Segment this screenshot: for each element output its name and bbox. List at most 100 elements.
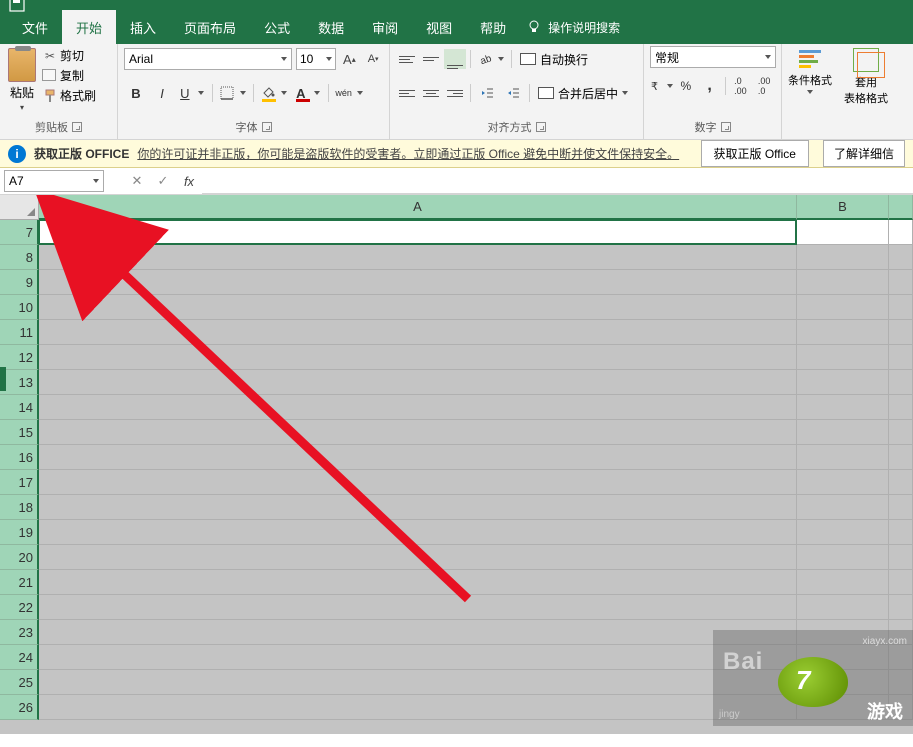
cell-b18[interactable]	[797, 495, 889, 519]
tab-data[interactable]: 数据	[304, 10, 358, 44]
cell-a21[interactable]	[39, 570, 797, 594]
cell-b11[interactable]	[797, 320, 889, 344]
cell-b8[interactable]	[797, 245, 889, 269]
tab-review[interactable]: 审阅	[358, 10, 412, 44]
cell-a14[interactable]	[39, 395, 797, 419]
row-header-16[interactable]: 16	[0, 445, 39, 470]
cell-a13[interactable]	[39, 370, 797, 394]
cell-a25[interactable]	[39, 670, 797, 694]
cell-a26[interactable]	[39, 695, 797, 719]
select-all-corner[interactable]	[0, 195, 39, 220]
cell-c8[interactable]	[889, 245, 913, 269]
cell-c16[interactable]	[889, 445, 913, 469]
row-header-9[interactable]: 9	[0, 270, 39, 295]
italic-button[interactable]: I	[150, 82, 174, 104]
fill-color-button[interactable]	[258, 82, 290, 104]
row-header-11[interactable]: 11	[0, 320, 39, 345]
comma-button[interactable]: ,	[699, 76, 721, 96]
increase-font-button[interactable]: A▴	[340, 49, 360, 69]
align-center-button[interactable]	[420, 83, 442, 103]
cell-c13[interactable]	[889, 370, 913, 394]
font-name-select[interactable]: Arial	[124, 48, 292, 70]
cell-b9[interactable]	[797, 270, 889, 294]
column-header-b[interactable]: B	[797, 195, 889, 220]
formula-input[interactable]	[202, 169, 913, 194]
tab-insert[interactable]: 插入	[116, 10, 170, 44]
row-header-8[interactable]: 8	[0, 245, 39, 270]
cell-c17[interactable]	[889, 470, 913, 494]
underline-button[interactable]: U	[176, 82, 208, 104]
number-dialog-launcher[interactable]	[721, 122, 731, 132]
conditional-format-button[interactable]: 条件格式	[788, 46, 832, 94]
row-header-21[interactable]: 21	[0, 570, 39, 595]
percent-button[interactable]: %	[675, 76, 697, 96]
fx-button[interactable]: fx	[176, 168, 202, 194]
tell-me[interactable]: 操作说明搜索	[528, 10, 620, 44]
get-office-button[interactable]: 获取正版 Office	[701, 140, 809, 167]
cell-c9[interactable]	[889, 270, 913, 294]
row-header-15[interactable]: 15	[0, 420, 39, 445]
name-box[interactable]: A7	[4, 170, 104, 192]
row-header-10[interactable]: 10	[0, 295, 39, 320]
cut-button[interactable]: ✂ 剪切	[42, 46, 97, 65]
cell-c18[interactable]	[889, 495, 913, 519]
align-bottom-button[interactable]	[444, 49, 466, 69]
cell-c10[interactable]	[889, 295, 913, 319]
cell-a16[interactable]	[39, 445, 797, 469]
cell-c12[interactable]	[889, 345, 913, 369]
cell-b20[interactable]	[797, 545, 889, 569]
cell-b19[interactable]	[797, 520, 889, 544]
phonetic-button[interactable]: wén	[333, 82, 365, 104]
cell-c7[interactable]	[889, 220, 913, 244]
row-header-24[interactable]: 24	[0, 645, 39, 670]
cell-c14[interactable]	[889, 395, 913, 419]
cell-b17[interactable]	[797, 470, 889, 494]
cell-c22[interactable]	[889, 595, 913, 619]
row-header-19[interactable]: 19	[0, 520, 39, 545]
align-middle-button[interactable]	[420, 49, 442, 69]
cell-b14[interactable]	[797, 395, 889, 419]
border-button[interactable]	[217, 82, 249, 104]
row-header-17[interactable]: 17	[0, 470, 39, 495]
cell-b21[interactable]	[797, 570, 889, 594]
bold-button[interactable]: B	[124, 82, 148, 104]
cancel-button[interactable]: ✕	[124, 168, 150, 194]
align-dialog-launcher[interactable]	[536, 122, 546, 132]
orientation-button[interactable]: ab	[475, 48, 507, 70]
cell-a12[interactable]	[39, 345, 797, 369]
row-header-23[interactable]: 23	[0, 620, 39, 645]
number-format-select[interactable]: 常规	[650, 46, 776, 68]
cell-c21[interactable]	[889, 570, 913, 594]
align-top-button[interactable]	[396, 49, 418, 69]
cell-a18[interactable]	[39, 495, 797, 519]
cell-a8[interactable]	[39, 245, 797, 269]
clipboard-dialog-launcher[interactable]	[72, 122, 82, 132]
tab-layout[interactable]: 页面布局	[170, 10, 250, 44]
row-header-7[interactable]: 7	[0, 220, 39, 245]
cell-a24[interactable]	[39, 645, 797, 669]
row-header-26[interactable]: 26	[0, 695, 39, 720]
decrease-indent-button[interactable]	[475, 82, 499, 104]
cell-a20[interactable]	[39, 545, 797, 569]
column-header-a[interactable]: A	[39, 195, 797, 220]
paste-button[interactable]: 粘贴 ▾	[6, 46, 38, 114]
cell-c20[interactable]	[889, 545, 913, 569]
cell-a11[interactable]	[39, 320, 797, 344]
tab-file[interactable]: 文件	[8, 10, 62, 44]
cell-c19[interactable]	[889, 520, 913, 544]
column-header-c[interactable]	[889, 195, 913, 220]
active-cell-a7[interactable]	[38, 219, 797, 245]
cell-a23[interactable]	[39, 620, 797, 644]
decrease-decimal-button[interactable]: .00.0	[753, 76, 775, 96]
font-size-select[interactable]: 10	[296, 48, 336, 70]
align-left-button[interactable]	[396, 83, 418, 103]
cell-a9[interactable]	[39, 270, 797, 294]
tab-help[interactable]: 帮助	[466, 10, 520, 44]
row-header-20[interactable]: 20	[0, 545, 39, 570]
learn-more-button[interactable]: 了解详细信	[823, 140, 905, 167]
cell-b10[interactable]	[797, 295, 889, 319]
increase-decimal-button[interactable]: .0.00	[729, 76, 751, 96]
enter-button[interactable]: ✓	[150, 168, 176, 194]
cell-c11[interactable]	[889, 320, 913, 344]
cell-a10[interactable]	[39, 295, 797, 319]
